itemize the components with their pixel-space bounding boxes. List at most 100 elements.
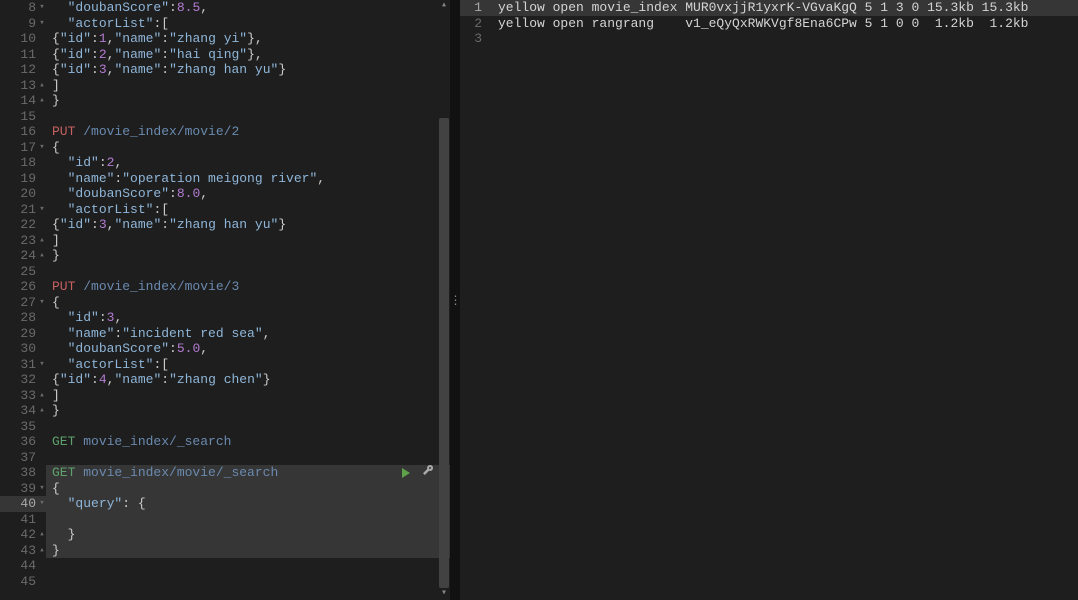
line-number[interactable]: 29	[0, 326, 46, 342]
code-line[interactable]: "doubanScore":8.5,	[46, 0, 450, 16]
code-line[interactable]: "query": {	[46, 496, 450, 512]
code-line[interactable]: "name":"incident red sea",	[46, 326, 450, 342]
code-line[interactable]: }	[46, 543, 450, 559]
output-code-area[interactable]: yellow open movie_index MUR0vxjjR1yxrK-V…	[492, 0, 1078, 600]
code-line[interactable]	[46, 558, 450, 574]
line-number[interactable]: 11	[0, 47, 46, 63]
line-number[interactable]: 36	[0, 434, 46, 450]
line-number[interactable]: 24▴	[0, 248, 46, 264]
code-line[interactable]: ]	[46, 233, 450, 249]
line-number[interactable]: 8▾	[0, 0, 46, 16]
code-line[interactable]: {"id":3,"name":"zhang han yu"}	[46, 62, 450, 78]
output-line[interactable]: yellow open rangrang v1_eQyQxRWKVgf8Ena6…	[492, 16, 1078, 32]
line-number[interactable]: 10	[0, 31, 46, 47]
code-line[interactable]	[46, 450, 450, 466]
code-line[interactable]	[46, 264, 450, 280]
code-line[interactable]: {"id":2,"name":"hai qing"},	[46, 47, 450, 63]
scroll-thumb[interactable]	[439, 118, 449, 588]
code-line[interactable]: GET movie_index/_search	[46, 434, 450, 450]
line-number[interactable]: 25	[0, 264, 46, 280]
code-line[interactable]: ]	[46, 78, 450, 94]
code-line[interactable]: GET movie_index/movie/_search	[46, 465, 450, 481]
code-line[interactable]	[46, 109, 450, 125]
fold-close-icon[interactable]: ▴	[38, 388, 46, 404]
editor-gutter[interactable]: 8▾9▾10111213▴14▴151617▾18192021▾2223▴24▴…	[0, 0, 46, 600]
line-number[interactable]: 42▴	[0, 527, 46, 543]
line-number[interactable]: 32	[0, 372, 46, 388]
line-number[interactable]: 18	[0, 155, 46, 171]
fold-open-icon[interactable]: ▾	[38, 16, 46, 32]
line-number[interactable]: 26	[0, 279, 46, 295]
fold-close-icon[interactable]: ▴	[38, 527, 46, 543]
code-line[interactable]	[46, 574, 450, 590]
line-number[interactable]: 44	[0, 558, 46, 574]
fold-close-icon[interactable]: ▴	[38, 403, 46, 419]
fold-open-icon[interactable]: ▾	[38, 140, 46, 156]
line-number[interactable]: 31▾	[0, 357, 46, 373]
line-number[interactable]: 20	[0, 186, 46, 202]
line-number[interactable]: 23▴	[0, 233, 46, 249]
line-number[interactable]: 2	[460, 16, 492, 32]
code-line[interactable]: {"id":4,"name":"zhang chen"}	[46, 372, 450, 388]
code-line[interactable]: }	[46, 93, 450, 109]
output-line[interactable]	[492, 31, 1078, 47]
code-line[interactable]: "actorList":[	[46, 16, 450, 32]
code-line[interactable]: "doubanScore":5.0,	[46, 341, 450, 357]
code-line[interactable]: "id":3,	[46, 310, 450, 326]
line-number[interactable]: 1	[460, 0, 492, 16]
code-line[interactable]: }	[46, 403, 450, 419]
code-line[interactable]: {	[46, 295, 450, 311]
editor-scrollbar[interactable]: ▴ ▾	[438, 0, 450, 600]
line-number[interactable]: 33▴	[0, 388, 46, 404]
line-number[interactable]: 13▴	[0, 78, 46, 94]
scroll-up-arrow[interactable]: ▴	[438, 0, 450, 12]
line-number[interactable]: 3	[460, 31, 492, 47]
code-line[interactable]: {	[46, 140, 450, 156]
code-line[interactable]: "actorList":[	[46, 202, 450, 218]
code-line[interactable]: }	[46, 527, 450, 543]
scroll-down-arrow[interactable]: ▾	[438, 588, 450, 600]
fold-close-icon[interactable]: ▴	[38, 543, 46, 559]
fold-open-icon[interactable]: ▾	[38, 202, 46, 218]
code-line[interactable]: {"id":3,"name":"zhang han yu"}	[46, 217, 450, 233]
wrench-icon[interactable]	[422, 464, 434, 482]
fold-open-icon[interactable]: ▾	[38, 357, 46, 373]
code-line[interactable]: "id":2,	[46, 155, 450, 171]
code-line[interactable]: PUT /movie_index/movie/3	[46, 279, 450, 295]
line-number[interactable]: 41	[0, 512, 46, 528]
code-line[interactable]: "doubanScore":8.0,	[46, 186, 450, 202]
line-number[interactable]: 27▾	[0, 295, 46, 311]
panel-splitter[interactable]: ⋮	[450, 0, 460, 600]
line-number[interactable]: 30	[0, 341, 46, 357]
line-number[interactable]: 12	[0, 62, 46, 78]
code-line[interactable]	[46, 512, 450, 528]
fold-open-icon[interactable]: ▾	[38, 295, 46, 311]
output-gutter[interactable]: 123	[460, 0, 492, 600]
line-number[interactable]: 9▾	[0, 16, 46, 32]
line-number[interactable]: 14▴	[0, 93, 46, 109]
line-number[interactable]: 34▴	[0, 403, 46, 419]
code-line[interactable]: PUT /movie_index/movie/2	[46, 124, 450, 140]
code-line[interactable]: {	[46, 481, 450, 497]
line-number[interactable]: 43▴	[0, 543, 46, 559]
fold-open-icon[interactable]: ▾	[38, 481, 46, 497]
code-line[interactable]: "actorList":[	[46, 357, 450, 373]
line-number[interactable]: 39▾	[0, 481, 46, 497]
line-number[interactable]: 17▾	[0, 140, 46, 156]
line-number[interactable]: 22	[0, 217, 46, 233]
line-number[interactable]: 28	[0, 310, 46, 326]
fold-close-icon[interactable]: ▴	[38, 93, 46, 109]
code-line[interactable]: ]	[46, 388, 450, 404]
fold-open-icon[interactable]: ▾	[38, 496, 46, 512]
code-line[interactable]: }	[46, 248, 450, 264]
line-number[interactable]: 40▾	[0, 496, 46, 512]
fold-close-icon[interactable]: ▴	[38, 248, 46, 264]
fold-close-icon[interactable]: ▴	[38, 78, 46, 94]
line-number[interactable]: 19	[0, 171, 46, 187]
line-number[interactable]: 38	[0, 465, 46, 481]
line-number[interactable]: 15	[0, 109, 46, 125]
line-number[interactable]: 37	[0, 450, 46, 466]
output-line[interactable]: yellow open movie_index MUR0vxjjR1yxrK-V…	[492, 0, 1078, 16]
line-number[interactable]: 35	[0, 419, 46, 435]
fold-open-icon[interactable]: ▾	[38, 0, 46, 16]
